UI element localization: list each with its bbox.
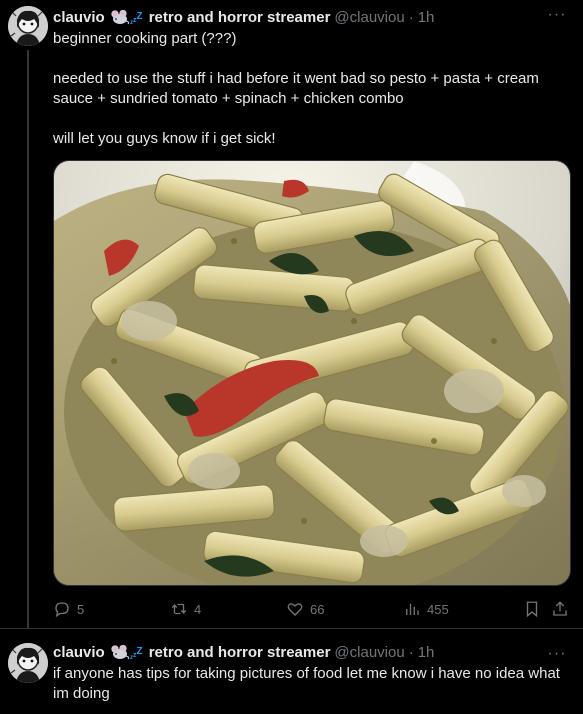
author-display-suffix[interactable]: retro and horror streamer (149, 9, 331, 26)
view-count: 455 (427, 601, 449, 617)
post-timestamp[interactable]: 1h (418, 644, 435, 661)
share-icon (553, 601, 567, 616)
post-header: clauvio z z Z retro and horror streamer … (53, 7, 434, 27)
repost-count: 4 (194, 601, 202, 617)
svg-text:Z: Z (136, 646, 142, 657)
author-handle[interactable]: @clauviou (334, 9, 404, 26)
bookmark-icon (526, 601, 538, 618)
like-button[interactable]: 66 (286, 598, 324, 620)
author-name[interactable]: clauvio (53, 644, 105, 661)
author-handle[interactable]: @clauviou (334, 644, 404, 661)
more-options-icon[interactable]: ··· (545, 4, 569, 26)
photo-of-pasta-with-pesto-cream-sauce (54, 161, 570, 585)
heart-icon (287, 603, 303, 616)
author-display-suffix[interactable]: retro and horror streamer (149, 644, 331, 661)
reply-button[interactable]: 5 (53, 598, 84, 620)
post-text: if anyone has tips for taking pictures o… (53, 665, 565, 702)
post-header: clauvio z z Z retro and horror streamer … (53, 642, 434, 662)
reply-count: 5 (77, 601, 85, 617)
repost-button[interactable]: 4 (170, 598, 201, 620)
post-actions-bar: 5 4 66 455 (53, 598, 571, 620)
share-button[interactable] (551, 598, 569, 620)
post-text: beginner cooking part (???) needed to us… (53, 30, 539, 147)
author-name[interactable]: clauvio (53, 9, 105, 26)
avatar[interactable] (8, 643, 48, 683)
more-options-icon[interactable]: ··· (545, 643, 569, 665)
svg-text:Z: Z (136, 11, 142, 22)
thread-connector-line (27, 50, 29, 628)
separator-dot: · (408, 643, 414, 661)
reply-icon (55, 602, 69, 618)
sleeping-mouse-emoji-icon: z z Z (111, 9, 143, 25)
views-button[interactable]: 455 (403, 598, 449, 620)
like-count: 66 (310, 601, 325, 617)
bookmark-button[interactable] (523, 598, 541, 620)
avatar[interactable] (8, 6, 48, 46)
repost-icon (171, 603, 187, 615)
post[interactable]: clauvio z z Z retro and horror streamer … (0, 0, 583, 628)
post-image[interactable] (53, 160, 571, 586)
bar-chart-icon (406, 603, 419, 615)
sleeping-mouse-emoji-icon: z z Z (111, 644, 143, 660)
post-timestamp[interactable]: 1h (418, 9, 435, 26)
separator-dot: · (408, 8, 414, 26)
